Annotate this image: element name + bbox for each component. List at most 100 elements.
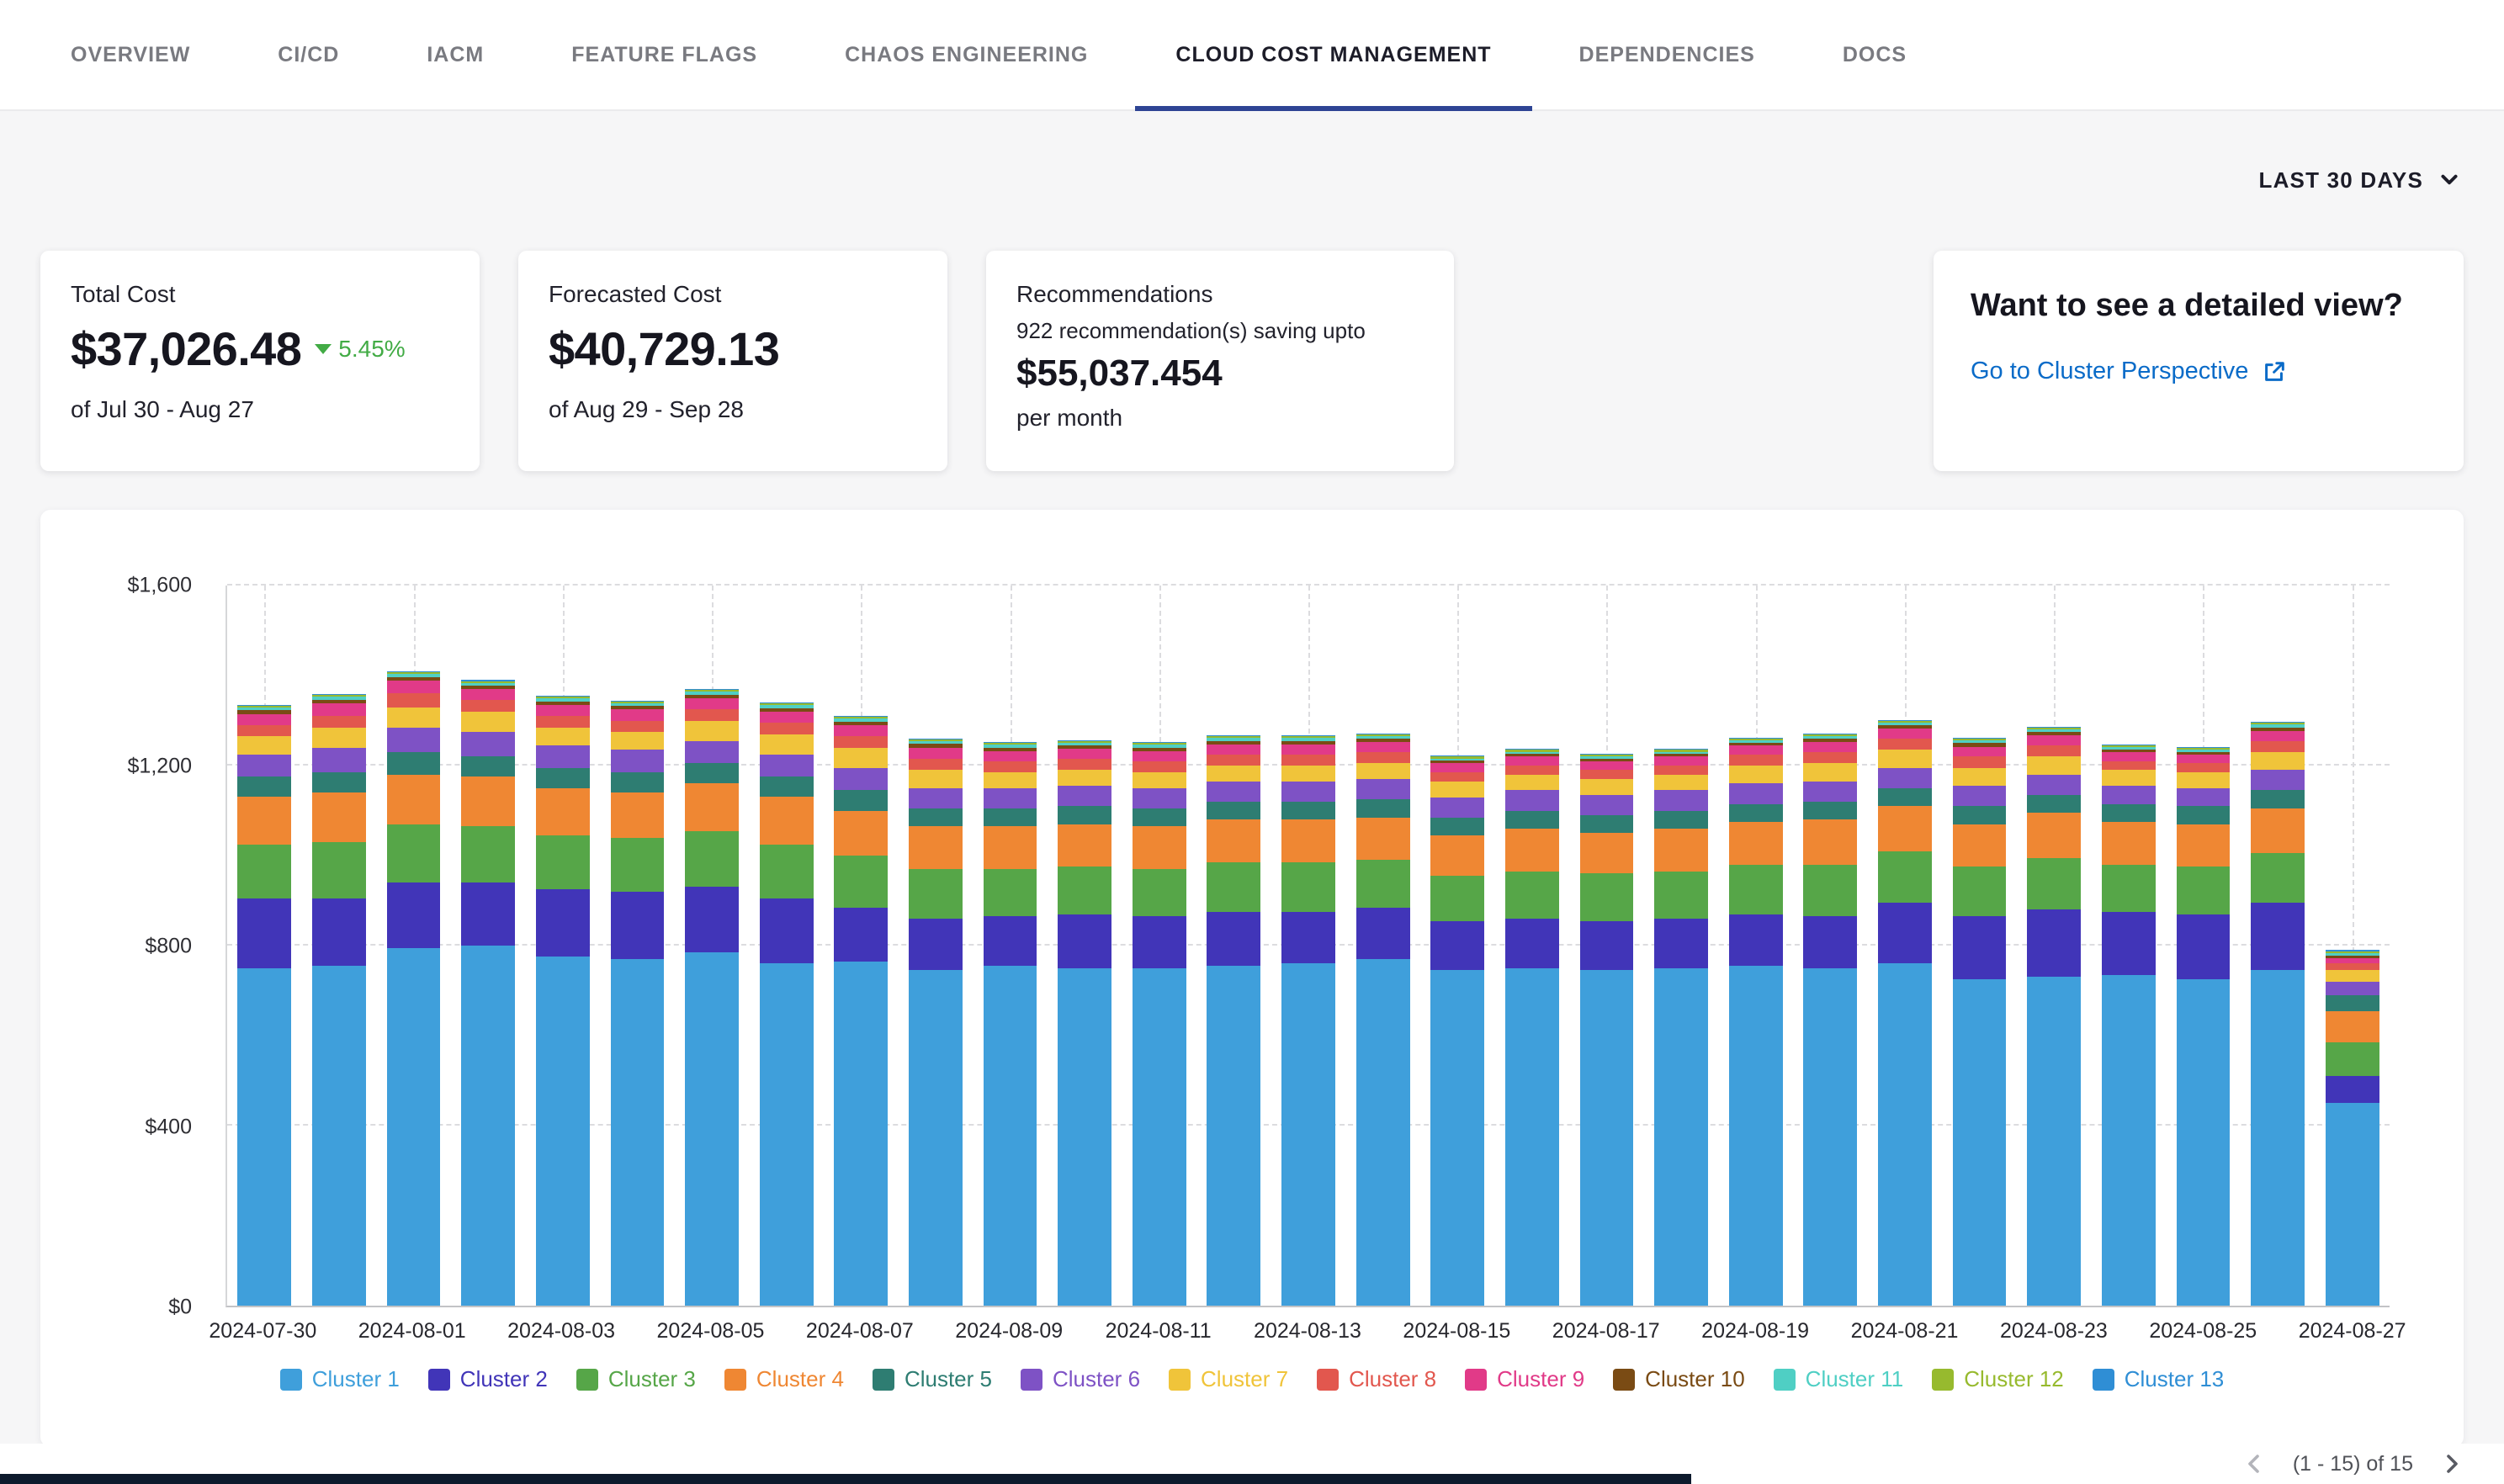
- tab-overview[interactable]: OVERVIEW: [27, 0, 234, 109]
- bar-2024-08-22[interactable]: [1953, 586, 2007, 1306]
- total-cost-value: $37,026.48: [71, 321, 301, 376]
- ccm-overview-page: OVERVIEW CI/CD IACM FEATURE FLAGS CHAOS …: [0, 0, 2504, 1484]
- legend-label: Cluster 1: [312, 1366, 400, 1392]
- total-cost-card: Total Cost $37,026.48 5.45% of Jul 30 - …: [40, 251, 480, 471]
- legend-swatch-icon: [2093, 1369, 2114, 1391]
- bar-2024-08-05[interactable]: [685, 586, 739, 1306]
- bar-2024-08-25[interactable]: [2177, 586, 2231, 1306]
- bar-2024-08-09[interactable]: [984, 586, 1037, 1306]
- legend-item-cluster-8[interactable]: Cluster 8: [1317, 1366, 1436, 1392]
- legend-item-cluster-1[interactable]: Cluster 1: [280, 1366, 400, 1392]
- legend-swatch-icon: [724, 1369, 746, 1391]
- recommendations-card: Recommendations 922 recommendation(s) sa…: [986, 251, 1454, 471]
- chevron-right-icon: [2440, 1452, 2464, 1476]
- legend-swatch-icon: [1932, 1369, 1954, 1391]
- forecasted-cost-card: Forecasted Cost $40,729.13 of Aug 29 - S…: [518, 251, 947, 471]
- chevron-down-icon: [2438, 169, 2460, 191]
- total-cost-title: Total Cost: [71, 281, 449, 308]
- detail-view-title: Want to see a detailed view?: [1971, 288, 2427, 324]
- bar-2024-07-31[interactable]: [312, 586, 366, 1306]
- tab-cloud-cost-management[interactable]: CLOUD COST MANAGEMENT: [1132, 0, 1535, 109]
- forecasted-cost-period: of Aug 29 - Sep 28: [549, 396, 917, 423]
- bar-2024-08-26[interactable]: [2251, 586, 2305, 1306]
- bar-2024-08-02[interactable]: [461, 586, 515, 1306]
- bar-2024-08-21[interactable]: [1878, 586, 1932, 1306]
- forecasted-cost-title: Forecasted Cost: [549, 281, 917, 308]
- legend-swatch-icon: [1317, 1369, 1339, 1391]
- legend-item-cluster-3[interactable]: Cluster 3: [576, 1366, 696, 1392]
- bar-2024-08-10[interactable]: [1058, 586, 1111, 1306]
- tab-chaos-engineering[interactable]: CHAOS ENGINEERING: [801, 0, 1132, 109]
- chart-plot: [225, 586, 2390, 1307]
- x-tick-label: 2024-07-30: [209, 1319, 316, 1344]
- legend-swatch-icon: [428, 1369, 450, 1391]
- total-cost-period: of Jul 30 - Aug 27: [71, 396, 449, 423]
- y-tick-label: $400: [145, 1115, 192, 1139]
- legend-item-cluster-2[interactable]: Cluster 2: [428, 1366, 548, 1392]
- pagination-prev-button[interactable]: [2239, 1452, 2269, 1476]
- bar-2024-08-23[interactable]: [2027, 586, 2081, 1306]
- legend-item-cluster-4[interactable]: Cluster 4: [724, 1366, 844, 1392]
- x-tick-label: 2024-08-21: [1851, 1319, 1959, 1344]
- bar-2024-08-01[interactable]: [387, 586, 441, 1306]
- legend-label: Cluster 2: [460, 1366, 548, 1392]
- bar-2024-08-19[interactable]: [1729, 586, 1783, 1306]
- x-tick-label: 2024-08-07: [806, 1319, 914, 1344]
- bar-2024-08-06[interactable]: [760, 586, 814, 1306]
- bar-2024-08-27[interactable]: [2326, 586, 2379, 1306]
- bar-2024-08-16[interactable]: [1505, 586, 1559, 1306]
- x-tick-label: 2024-08-27: [2299, 1319, 2406, 1344]
- legend-label: Cluster 8: [1349, 1366, 1436, 1392]
- bar-2024-07-30[interactable]: [237, 586, 291, 1306]
- legend-item-cluster-6[interactable]: Cluster 6: [1021, 1366, 1140, 1392]
- tab-iacm[interactable]: IACM: [383, 0, 528, 109]
- pagination-next-button[interactable]: [2437, 1452, 2467, 1476]
- legend-label: Cluster 11: [1806, 1366, 1904, 1392]
- tab-dependencies[interactable]: DEPENDENCIES: [1536, 0, 1799, 109]
- legend-swatch-icon: [873, 1369, 894, 1391]
- tab-cicd[interactable]: CI/CD: [234, 0, 383, 109]
- detail-view-card: Want to see a detailed view? Go to Clust…: [1934, 251, 2464, 471]
- bar-2024-08-14[interactable]: [1356, 586, 1410, 1306]
- trend-down-icon: [315, 344, 332, 354]
- x-tick-label: 2024-08-05: [657, 1319, 765, 1344]
- legend-label: Cluster 6: [1053, 1366, 1140, 1392]
- bar-2024-08-04[interactable]: [611, 586, 665, 1306]
- bar-2024-08-03[interactable]: [536, 586, 590, 1306]
- legend-swatch-icon: [1774, 1369, 1796, 1391]
- tab-docs[interactable]: DOCS: [1799, 0, 1950, 109]
- legend-item-cluster-5[interactable]: Cluster 5: [873, 1366, 992, 1392]
- bar-2024-08-11[interactable]: [1133, 586, 1186, 1306]
- cluster-perspective-link[interactable]: Go to Cluster Perspective: [1971, 358, 2427, 385]
- legend-item-cluster-13[interactable]: Cluster 13: [2093, 1366, 2225, 1392]
- x-tick-label: 2024-08-15: [1403, 1319, 1510, 1344]
- legend-swatch-icon: [1465, 1369, 1487, 1391]
- y-tick-label: $0: [168, 1296, 192, 1320]
- bar-2024-08-15[interactable]: [1430, 586, 1484, 1306]
- recommendations-value: $55,037.454: [1016, 352, 1424, 395]
- legend-item-cluster-9[interactable]: Cluster 9: [1465, 1366, 1584, 1392]
- legend-label: Cluster 5: [905, 1366, 992, 1392]
- bar-2024-08-20[interactable]: [1803, 586, 1857, 1306]
- legend-item-cluster-12[interactable]: Cluster 12: [1932, 1366, 2064, 1392]
- legend-swatch-icon: [1021, 1369, 1042, 1391]
- legend-item-cluster-11[interactable]: Cluster 11: [1774, 1366, 1904, 1392]
- y-axis: $0$400$800$1,200$1,600: [40, 586, 209, 1307]
- bar-2024-08-17[interactable]: [1580, 586, 1634, 1306]
- x-axis-labels: 2024-07-302024-08-012024-08-032024-08-05…: [225, 1319, 2390, 1349]
- bar-2024-08-07[interactable]: [834, 586, 888, 1306]
- summary-cards: Total Cost $37,026.48 5.45% of Jul 30 - …: [0, 251, 2504, 471]
- legend-swatch-icon: [1613, 1369, 1635, 1391]
- bar-2024-08-24[interactable]: [2102, 586, 2156, 1306]
- legend-item-cluster-10[interactable]: Cluster 10: [1613, 1366, 1745, 1392]
- bar-2024-08-12[interactable]: [1207, 586, 1260, 1306]
- legend-item-cluster-7[interactable]: Cluster 7: [1169, 1366, 1288, 1392]
- bar-2024-08-18[interactable]: [1654, 586, 1708, 1306]
- recommendations-suffix: per month: [1016, 405, 1424, 432]
- bar-2024-08-08[interactable]: [909, 586, 963, 1306]
- tab-feature-flags[interactable]: FEATURE FLAGS: [528, 0, 801, 109]
- legend-label: Cluster 4: [756, 1366, 844, 1392]
- date-range-dropdown[interactable]: LAST 30 DAYS: [2259, 158, 2461, 202]
- bar-2024-08-13[interactable]: [1281, 586, 1335, 1306]
- x-tick-label: 2024-08-09: [955, 1319, 1063, 1344]
